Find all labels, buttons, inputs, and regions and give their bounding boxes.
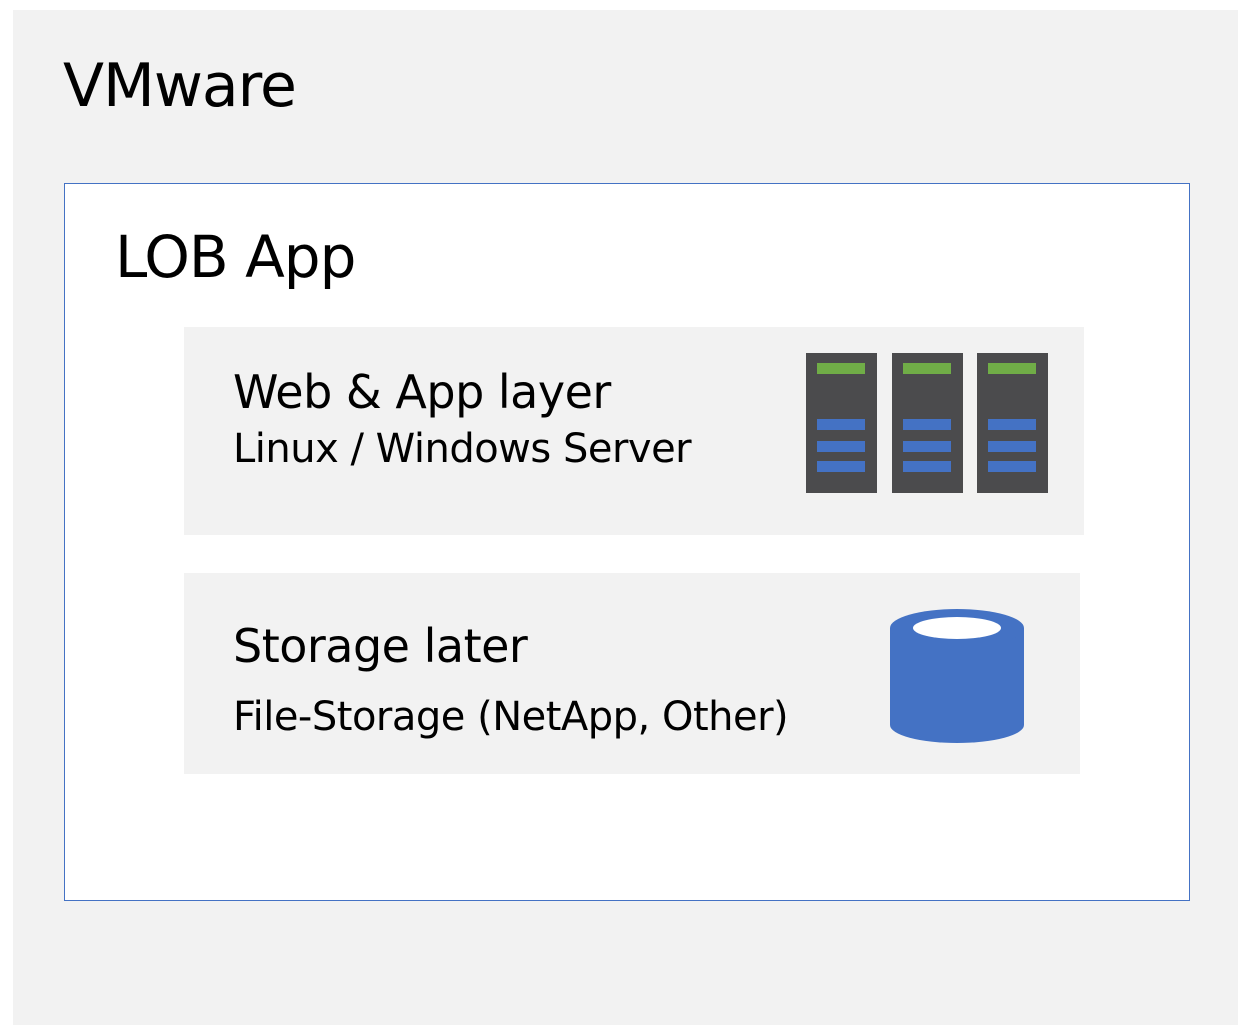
server-status-light	[817, 363, 865, 374]
server-slot	[817, 461, 865, 472]
server-unit-icon	[892, 353, 963, 493]
server-unit-icon	[806, 353, 877, 493]
server-slot	[988, 419, 1036, 430]
server-slot	[903, 461, 951, 472]
server-slot	[903, 419, 951, 430]
web-app-layer: Web & App layer Linux / Windows Server	[184, 327, 1084, 535]
server-slot	[988, 441, 1036, 452]
lob-app-title: LOB App	[115, 223, 356, 291]
web-app-layer-title: Web & App layer	[233, 365, 611, 419]
server-slot	[988, 461, 1036, 472]
database-icon	[890, 609, 1024, 743]
storage-layer: Storage later File-Storage (NetApp, Othe…	[184, 573, 1080, 774]
server-unit-icon	[977, 353, 1048, 493]
vmware-title: VMware	[63, 51, 297, 121]
server-slot	[817, 441, 865, 452]
storage-layer-subtitle: File-Storage (NetApp, Other)	[233, 694, 789, 740]
lob-app-box: LOB App Web & App layer Linux / Windows …	[64, 183, 1190, 901]
vmware-container: VMware LOB App Web & App layer Linux / W…	[13, 10, 1238, 1025]
server-slot	[903, 441, 951, 452]
server-status-light	[903, 363, 951, 374]
server-rack-icon	[806, 353, 1050, 493]
server-slot	[817, 419, 865, 430]
storage-layer-title: Storage later	[233, 619, 528, 673]
web-app-layer-subtitle: Linux / Windows Server	[233, 426, 692, 472]
server-status-light	[988, 363, 1036, 374]
